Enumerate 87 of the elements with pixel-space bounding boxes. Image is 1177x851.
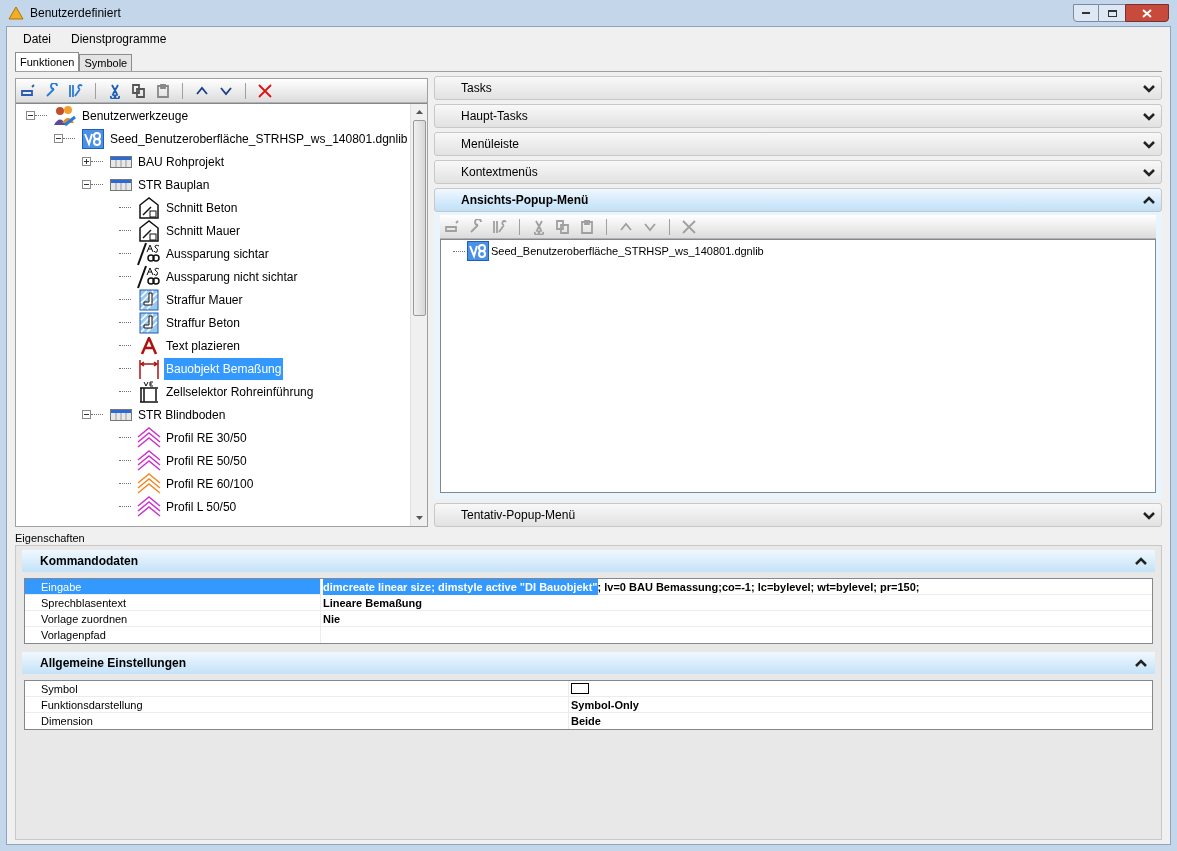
property-name[interactable]: Symbol — [25, 681, 569, 696]
maximize-button[interactable] — [1099, 4, 1125, 22]
tree-item[interactable]: Text plazieren — [164, 334, 243, 357]
window-title: Benutzerdefiniert — [30, 5, 121, 22]
wrench-icon[interactable] — [44, 82, 60, 99]
collapse-chevron-icon[interactable] — [1143, 195, 1155, 205]
library-v8-icon — [82, 128, 104, 149]
scroll-down-arrow-icon[interactable] — [415, 516, 423, 520]
tree-item[interactable]: STR Blindboden — [136, 403, 228, 426]
section-header[interactable]: Tentativ-Popup-Menü — [434, 503, 1162, 527]
scrollbar[interactable] — [410, 104, 427, 526]
collapse-toggle-icon[interactable] — [82, 180, 91, 189]
section-house-icon — [139, 196, 159, 219]
tree-item[interactable]: Seed_Benutzeroberfläche_STRHSP_ws_140801.dgnlib — [491, 242, 764, 260]
property-value: Beide — [571, 714, 601, 729]
toolbar-group-icon — [110, 408, 132, 421]
section-header[interactable]: Menüleiste — [434, 132, 1162, 156]
group-header[interactable]: Kommandodaten — [22, 550, 1155, 572]
property-name[interactable]: Dimension — [25, 713, 569, 729]
section-header[interactable]: Ansichts-Popup-Menü — [434, 188, 1162, 212]
property-name[interactable]: Sprechblasentext — [25, 595, 321, 610]
tree-item[interactable]: Profil L 50/50 — [164, 495, 239, 518]
wrench-list-icon[interactable] — [68, 82, 84, 99]
close-icon — [1142, 8, 1152, 18]
hatch-icon — [138, 288, 160, 311]
expand-chevron-icon[interactable] — [1143, 167, 1155, 177]
property-value: Nie — [323, 611, 341, 627]
tree-item[interactable]: Profil RE 60/100 — [164, 472, 256, 495]
scroll-up-arrow-icon[interactable] — [415, 110, 423, 114]
property-name[interactable]: Funktionsdarstellung — [25, 697, 569, 712]
expand-chevron-icon[interactable] — [1143, 139, 1155, 149]
highlighted-value-text: dimcreate linear size; dimstyle active "DI Bauobjekt" — [323, 578, 598, 595]
tree-item[interactable]: Schnitt Beton — [164, 196, 240, 219]
hatch-icon — [138, 311, 160, 334]
collapse-toggle-icon[interactable] — [26, 111, 35, 120]
delete-icon[interactable] — [257, 82, 273, 99]
group-header[interactable]: Allgemeine Einstellungen — [22, 652, 1155, 674]
tree-item[interactable]: STR Bauplan — [136, 173, 212, 196]
tree-item[interactable]: Seed_Benutzeroberfläche_STRHSP_ws_140801.dgnlib — [108, 127, 410, 150]
tree-item[interactable]: Straffur Mauer — [164, 288, 245, 311]
new-item-icon[interactable] — [20, 82, 36, 99]
property-value: Symbol-Only — [571, 697, 639, 713]
letter-a-icon — [140, 336, 158, 355]
panel-title: Eigenschaften — [15, 531, 86, 545]
tree-item[interactable]: Schnitt Mauer — [164, 219, 243, 242]
pipe-entry-icon — [138, 379, 160, 404]
collapse-chevron-icon[interactable] — [1135, 556, 1147, 566]
people-wrench-icon — [53, 104, 77, 127]
cut-icon[interactable] — [107, 82, 123, 99]
section-header[interactable]: Tasks — [434, 76, 1162, 100]
collapse-toggle-icon[interactable] — [54, 134, 63, 143]
property-name[interactable]: Vorlagenpfad — [25, 627, 321, 643]
tab[interactable]: Funktionen — [15, 52, 80, 71]
property-value: Lineare Bemaßung — [323, 595, 423, 611]
minimize-button[interactable] — [1073, 4, 1099, 22]
tree-item[interactable]: Profil RE 30/50 — [164, 426, 249, 449]
section-header[interactable]: Kontextmenüs — [434, 160, 1162, 184]
menu-item[interactable]: Datei — [23, 30, 51, 48]
opening-eye-icon — [137, 264, 161, 289]
dimension-icon — [138, 357, 160, 380]
section-house-icon — [139, 219, 159, 242]
expand-chevron-icon[interactable] — [1143, 111, 1155, 121]
toolbar-group-icon — [110, 155, 132, 168]
tree-item[interactable]: Straffur Beton — [164, 311, 242, 334]
opening-eye-icon — [137, 241, 161, 266]
tree-item[interactable]: BAU Rohprojekt — [136, 150, 227, 173]
tree-item[interactable]: Zellselektor Rohreinführung — [164, 380, 316, 403]
tree-item[interactable]: Aussparung sichtar — [164, 242, 271, 265]
property-value: ; lv=0 BAU Bemassung;co=-1; lc=bylevel; wt=bylevel; pr=150; — [597, 579, 920, 595]
close-button[interactable] — [1125, 4, 1169, 22]
tree-item[interactable]: Aussparung nicht sichtar — [164, 265, 300, 288]
tab[interactable]: Symbole — [79, 54, 133, 71]
section-header[interactable]: Haupt-Tasks — [434, 104, 1162, 128]
tree-item[interactable]: Benutzerwerkzeuge — [80, 104, 191, 127]
symbol-preview-icon — [571, 683, 589, 694]
app-logo-icon — [8, 6, 24, 20]
property-name[interactable]: Vorlage zuordnen — [25, 611, 321, 626]
collapse-toggle-icon[interactable] — [82, 410, 91, 419]
collapse-chevron-icon[interactable] — [1135, 658, 1147, 668]
menu-item[interactable]: Dienstprogramme — [71, 30, 167, 48]
expand-toggle-icon[interactable] — [82, 157, 91, 166]
tree-item[interactable]: Profil RE 50/50 — [164, 449, 249, 472]
expand-chevron-icon[interactable] — [1143, 83, 1155, 93]
paste-icon[interactable] — [155, 82, 171, 99]
copy-icon[interactable] — [131, 82, 147, 99]
toolbar-group-icon — [110, 178, 132, 191]
expand-chevron-icon[interactable] — [1143, 510, 1155, 520]
